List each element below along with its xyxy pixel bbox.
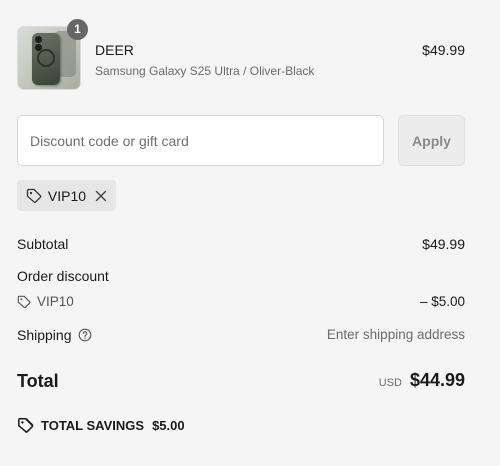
shipping-value: Enter shipping address (326, 327, 465, 342)
discount-value: – $5.00 (419, 294, 465, 309)
subtotal-label: Subtotal (17, 236, 69, 252)
shipping-row: Shipping Enter shipping address (17, 327, 465, 343)
close-icon[interactable] (94, 189, 108, 203)
product-variant: Samsung Galaxy S25 Ultra / Oliver-Black (95, 64, 315, 78)
total-row: Total USD $44.99 (17, 370, 465, 394)
tag-icon (17, 295, 31, 308)
camera-lens-shape (35, 44, 42, 51)
currency-code: USD (378, 377, 402, 389)
question-circle-icon[interactable] (78, 328, 92, 342)
discount-code-input[interactable] (17, 115, 384, 166)
total-amount: $44.99 (409, 370, 465, 390)
total-savings-label: TOTAL SAVINGS (41, 418, 145, 433)
order-discount-label: Order discount (17, 268, 109, 284)
applied-discount-chip: VIP10 (17, 180, 116, 211)
tag-double-icon (18, 418, 34, 433)
total-amount-wrap: USD $44.99 (379, 370, 465, 391)
discount-code-wrap: VIP10 (17, 294, 465, 309)
apply-button[interactable]: Apply (398, 115, 465, 166)
total-label: Total (17, 371, 59, 391)
total-savings-value: $5.00 (152, 418, 185, 433)
subtotal-row: Subtotal $49.99 (17, 236, 465, 252)
tag-icon (26, 188, 42, 203)
discount-code-label: VIP10 (37, 294, 74, 309)
order-summary: 1 DEER Samsung Galaxy S25 Ultra / Oliver… (0, 0, 500, 466)
quantity-badge: 1 (67, 19, 88, 40)
magsafe-ring-shape (37, 49, 55, 67)
discount-code-row: VIP10 – $5.00 (17, 294, 465, 309)
product-price: $49.99 (422, 42, 465, 58)
discount-row: Apply (17, 115, 465, 166)
product-name: DEER (95, 42, 134, 58)
applied-code-label: VIP10 (47, 187, 87, 204)
camera-lens-shape (35, 36, 42, 43)
total-savings-row: TOTAL SAVINGS $5.00 (17, 417, 185, 434)
shipping-label: Shipping (17, 327, 72, 343)
subtotal-value: $49.99 (422, 236, 465, 252)
order-discount-row: Order discount (17, 268, 465, 284)
line-item: 1 DEER Samsung Galaxy S25 Ultra / Oliver… (17, 19, 465, 90)
